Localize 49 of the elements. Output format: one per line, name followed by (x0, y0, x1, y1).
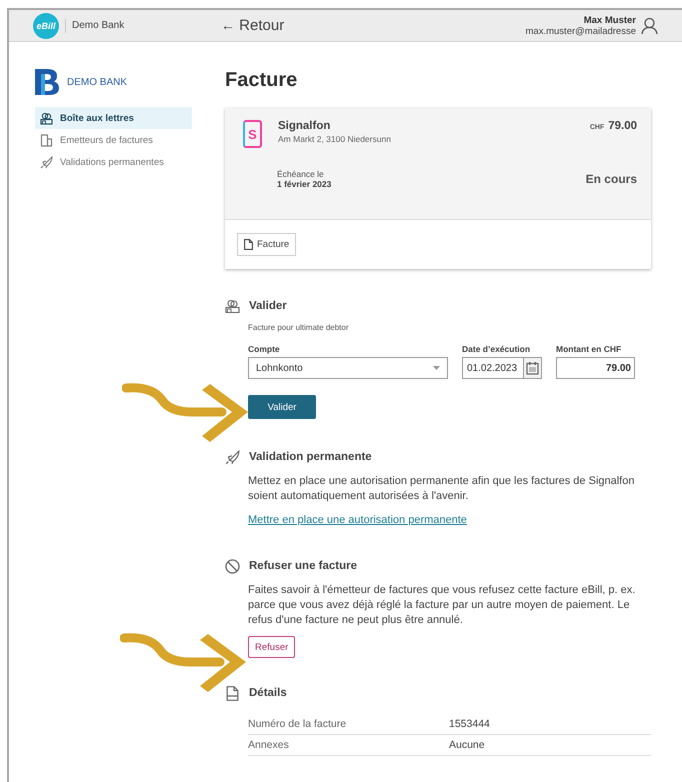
permanent-description: Mettez en place une autorisation permanente afin que les factures de Signalfon soient automatiquement autorisées à l'avenir. (248, 474, 636, 504)
detail-label: Numéro de la facture (248, 718, 348, 730)
section-title: Validation permanente (249, 451, 372, 463)
bank-brand: DEMO BANK (67, 76, 128, 88)
validate-subtitle: Facture pour ultimate debtor (248, 323, 350, 332)
bank-logo-icon (35, 69, 59, 95)
bank-name: Demo Bank (65, 18, 124, 32)
calendar-icon (526, 361, 539, 375)
detail-label: Annexes (248, 739, 290, 751)
section-title: Détails (249, 687, 287, 699)
sidebar-item[interactable]: Validations permanentes (35, 151, 192, 173)
sidebar-item[interactable]: Emetteurs de factures (35, 129, 192, 151)
building-icon (40, 134, 53, 146)
invoice-status: En cours (586, 172, 637, 186)
ebill-logo: eBill (33, 12, 59, 38)
due-label: Échéance le (277, 169, 325, 179)
caret-icon (433, 366, 440, 370)
date-field[interactable]: 01.02.2023 (462, 357, 524, 379)
amount-field[interactable]: 79.00 (556, 357, 635, 379)
biller-name: Signalfon (278, 120, 332, 132)
document-icon (225, 686, 240, 700)
refuse-button[interactable]: Refuser (248, 636, 296, 658)
invoice-amount: 79.00 (608, 120, 637, 132)
user-email: max.muster@mailadresse (526, 26, 636, 36)
user-name: Max Muster (584, 14, 636, 26)
permanent-authorization-link[interactable]: Mettre en place une autorisation permanente (248, 514, 467, 526)
detail-value: Aucune (449, 739, 485, 751)
back-link[interactable]: ← Retour (221, 17, 284, 34)
biller-address: Am Markt 2, 3100 Niedersunn (278, 134, 391, 144)
field-label: Montant en CHF (556, 344, 622, 354)
document-icon (244, 239, 253, 250)
account-select[interactable]: Lohnkonto (248, 357, 448, 379)
sidebar-item[interactable]: Boîte aux lettres (35, 107, 192, 129)
calendar-button[interactable] (524, 357, 542, 379)
detail-value: 1553444 (449, 718, 490, 730)
invoice-document-button[interactable]: Facture (237, 233, 296, 256)
mailbox-icon (225, 299, 240, 313)
validate-button[interactable]: Valider (248, 395, 316, 419)
mailbox-icon (40, 112, 53, 124)
ban-icon (225, 558, 240, 574)
section-title: Valider (249, 300, 287, 312)
section-title: Refuser une facture (249, 560, 358, 572)
field-label: Date d’exécution (462, 344, 532, 354)
refuse-description: Faites savoir à l'émetteur de factures que vous refusez cette facture eBill, p. ex. parce que vous avez déjà réglé la facture par un autre moyen de paiement. Le refus d'une facture ne peut plus être annulé. (248, 583, 636, 628)
page-title: Facture (225, 68, 298, 92)
biller-logo: S (243, 120, 262, 148)
field-label: Compte (248, 344, 281, 354)
user-icon[interactable] (641, 16, 658, 34)
due-date: 1 février 2023 (277, 179, 332, 189)
